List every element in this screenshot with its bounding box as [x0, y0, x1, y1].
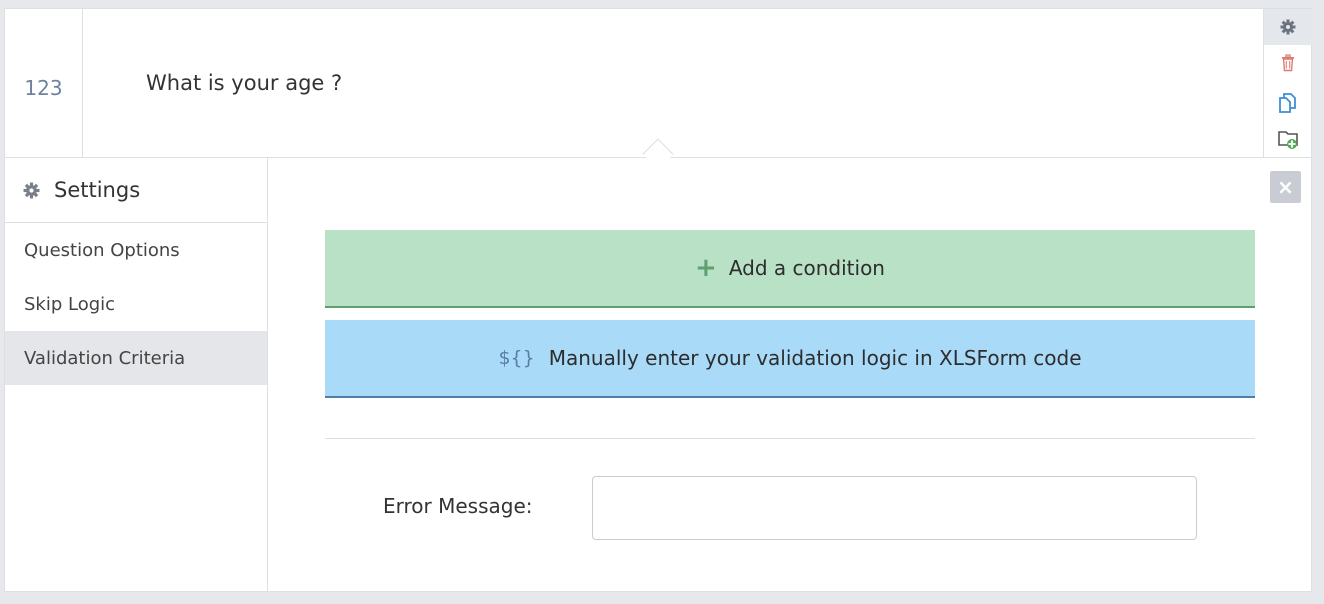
gear-icon [1280, 19, 1296, 35]
number-type-label: 123 [24, 76, 63, 100]
settings-header: Settings [5, 158, 267, 223]
duplicate-icon [1279, 93, 1296, 113]
question-label[interactable]: What is your age ? [146, 71, 342, 95]
add-to-library-button[interactable] [1264, 122, 1312, 156]
gear-icon [23, 182, 40, 198]
add-condition-label: Add a condition [728, 256, 885, 280]
sidebar-item-question-options[interactable]: Question Options [5, 223, 267, 277]
settings-button[interactable] [1264, 9, 1312, 45]
plus-icon: + [695, 253, 717, 283]
error-message-label: Error Message: [383, 494, 533, 518]
question-card: 123 What is your age ? Settings Question… [4, 8, 1312, 592]
close-settings-button[interactable]: × [1270, 171, 1301, 203]
duplicate-button[interactable] [1264, 86, 1312, 120]
sidebar-item-validation-criteria[interactable]: Validation Criteria [5, 331, 267, 385]
sidebar-item-label: Question Options [24, 239, 180, 261]
trash-icon [1282, 54, 1294, 72]
sidebar-item-label: Validation Criteria [24, 347, 186, 369]
sidebar-item-skip-logic[interactable]: Skip Logic [5, 277, 267, 331]
add-condition-button[interactable]: + Add a condition [325, 230, 1255, 308]
settings-sidebar: Settings Question Options Skip Logic Val… [5, 158, 268, 592]
error-message-input[interactable] [592, 476, 1197, 540]
manual-xlsform-button[interactable]: ${} Manually enter your validation logic… [325, 320, 1255, 398]
delete-button[interactable] [1264, 47, 1312, 79]
manual-xlsform-label: Manually enter your validation logic in … [548, 346, 1082, 370]
question-type-indicator: 123 [5, 9, 83, 157]
sidebar-item-label: Skip Logic [24, 293, 116, 315]
question-toolbar [1263, 9, 1312, 158]
question-row: 123 What is your age ? [5, 9, 1263, 158]
settings-title: Settings [54, 178, 141, 202]
code-icon: ${} [498, 347, 535, 369]
add-to-library-icon [1278, 131, 1298, 149]
close-icon: × [1277, 175, 1294, 199]
divider [325, 438, 1255, 439]
